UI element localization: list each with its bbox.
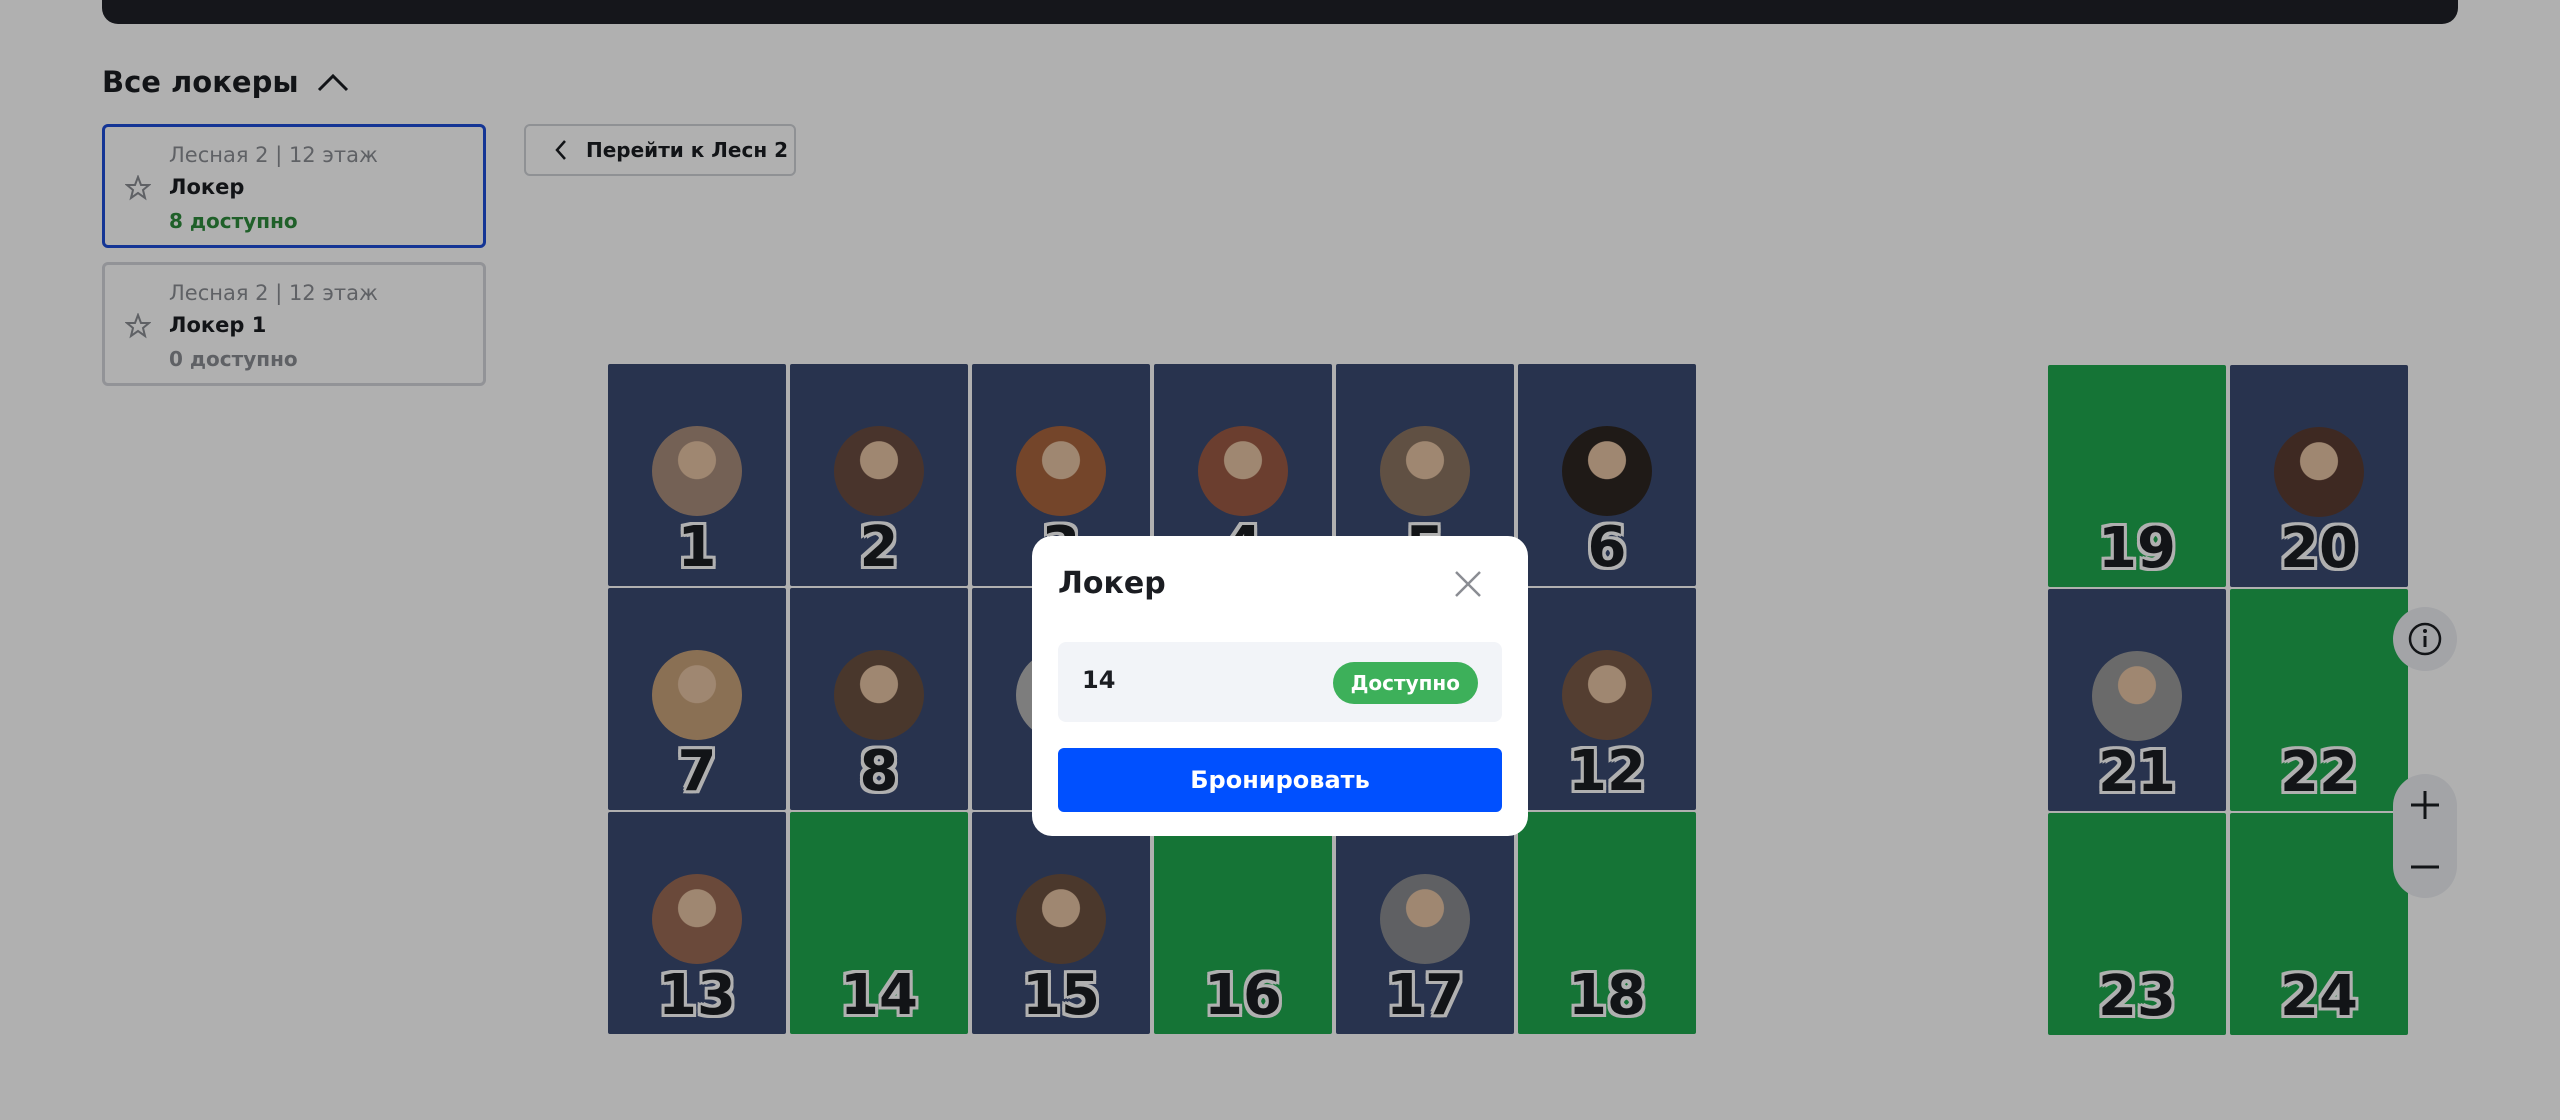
locker-info-row: 14 Доступно [1058,642,1502,722]
locker-number: 14 [1082,666,1116,694]
close-icon[interactable] [1450,566,1486,602]
modal-title: Локер [1058,566,1166,601]
book-button[interactable]: Бронировать [1058,748,1502,812]
page: Все локеры Лесная 2 | 12 этаж Локер 8 до… [0,0,2560,1120]
status-badge: Доступно [1332,662,1478,704]
locker-modal: Локер 14 Доступно Бронировать [1032,536,1528,836]
